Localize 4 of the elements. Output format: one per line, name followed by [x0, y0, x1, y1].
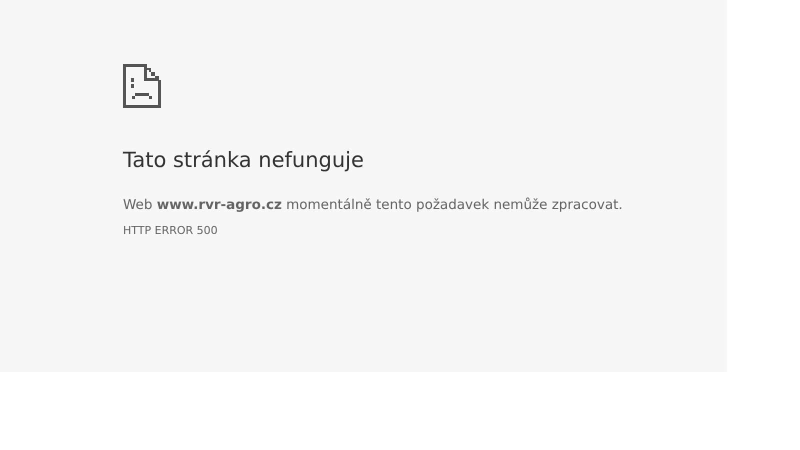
error-message: Web www.rvr-agro.cz momentálně tento požadavek nemůže zpracovat. [123, 196, 624, 216]
error-code: HTTP ERROR 500 [123, 223, 219, 240]
sad-document-icon [123, 64, 161, 108]
error-heading: Tato stránka nefunguje [123, 148, 365, 174]
